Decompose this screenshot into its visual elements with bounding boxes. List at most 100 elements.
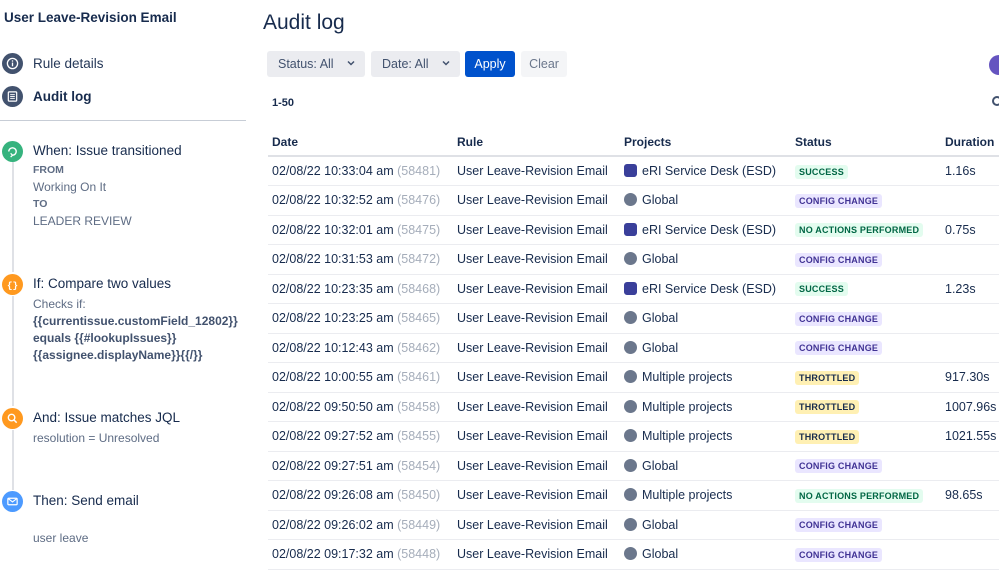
status-filter-dropdown[interactable]: Status: All <box>267 51 365 77</box>
column-header-date[interactable]: Date <box>268 128 453 157</box>
execution-date: 02/08/22 10:32:01 am <box>272 222 394 237</box>
project-cell: Multiple projects <box>620 392 791 422</box>
condition-operator: equals {{#lookupIssues}} <box>33 331 177 345</box>
date-filter-dropdown[interactable]: Date: All <box>371 51 460 77</box>
execution-date: 02/08/22 09:50:50 am <box>272 399 394 414</box>
date-cell[interactable]: 02/08/22 10:33:04 am (58481) <box>268 156 453 186</box>
status-cell: THROTTLED <box>791 421 941 452</box>
nav-item-audit-log[interactable]: Audit log <box>0 83 250 109</box>
global-icon <box>624 340 637 354</box>
execution-date: 02/08/22 10:32:52 am <box>272 193 394 208</box>
execution-id: (58450) <box>397 488 441 503</box>
main-content: Audit log Status: All Date: All Apply Cl… <box>263 0 999 570</box>
status-badge: CONFIG CHANGE <box>795 459 883 474</box>
action-title: Then: Send email <box>33 493 139 508</box>
status-cell: CONFIG CHANGE <box>791 244 941 275</box>
date-cell[interactable]: 02/08/22 10:32:01 am (58475) <box>268 215 453 245</box>
search-icon[interactable] <box>992 96 999 106</box>
table-row[interactable]: 02/08/22 10:23:35 am (58468) User Leave-R… <box>268 274 999 304</box>
status-cell: THROTTLED <box>791 362 941 393</box>
status-badge: NO ACTIONS PERFORMED <box>795 223 924 238</box>
rule-cell: User Leave-Revision Email <box>453 244 620 275</box>
date-cell[interactable]: 02/08/22 09:17:32 am (58448) <box>268 539 453 570</box>
date-cell[interactable]: 02/08/22 09:26:02 am (58449) <box>268 510 453 540</box>
column-header-rule[interactable]: Rule <box>453 128 620 157</box>
project-cell: Multiple projects <box>620 362 791 393</box>
execution-date: 02/08/22 10:23:35 am <box>272 281 394 296</box>
table-header-row: Date Rule Projects Status Duration <box>268 128 999 157</box>
status-cell: CONFIG CHANGE <box>791 510 941 540</box>
date-cell[interactable]: 02/08/22 10:12:43 am (58462) <box>268 333 453 363</box>
date-cell[interactable]: 02/08/22 09:50:50 am (58458) <box>268 392 453 422</box>
execution-id: (58462) <box>397 340 441 355</box>
date-cell[interactable]: 02/08/22 10:31:53 am (58472) <box>268 244 453 275</box>
clear-button[interactable]: Clear <box>521 51 567 77</box>
project-name: Multiple projects <box>642 429 733 444</box>
rule-cell: User Leave-Revision Email <box>453 303 620 334</box>
project-name: eRI Service Desk (ESD) <box>642 164 777 178</box>
project-cell: Multiple projects <box>620 421 791 452</box>
table-row[interactable]: 02/08/22 09:27:52 am (58455) User Leave-R… <box>268 421 999 452</box>
apply-button[interactable]: Apply <box>465 51 515 77</box>
execution-id: (58465) <box>397 311 441 326</box>
execution-date: 02/08/22 09:27:51 am <box>272 458 394 473</box>
execution-id: (58461) <box>397 370 441 385</box>
from-status: Working On It <box>33 180 107 194</box>
condition-second-value: {{assignee.displayName}}{{/}} <box>33 348 203 362</box>
project-name: Global <box>642 193 679 208</box>
date-cell[interactable]: 02/08/22 10:23:25 am (58465) <box>268 303 453 334</box>
help-icon[interactable] <box>989 55 999 75</box>
status-badge: THROTTLED <box>795 400 860 415</box>
table-row[interactable]: 02/08/22 10:31:53 am (58472) User Leave-R… <box>268 244 999 275</box>
date-cell[interactable]: 02/08/22 09:27:51 am (58454) <box>268 451 453 481</box>
rule-cell: User Leave-Revision Email <box>453 539 620 570</box>
status-badge: CONFIG CHANGE <box>795 252 883 267</box>
column-header-status[interactable]: Status <box>791 128 941 157</box>
global-icon <box>624 547 637 561</box>
date-cell[interactable]: 02/08/22 10:00:55 am (58461) <box>268 362 453 393</box>
table-row[interactable]: 02/08/22 10:12:43 am (58462) User Leave-R… <box>268 333 999 363</box>
nav-label: Rule details <box>33 55 104 71</box>
table-row[interactable]: 02/08/22 10:32:01 am (58475) User Leave-R… <box>268 215 999 245</box>
rule-cell: User Leave-Revision Email <box>453 421 620 452</box>
column-header-duration[interactable]: Duration <box>941 128 999 157</box>
braces-icon: {} <box>2 274 23 295</box>
project-name: Global <box>642 340 679 355</box>
table-row[interactable]: 02/08/22 10:32:52 am (58476) User Leave-R… <box>268 185 999 216</box>
project-name: Multiple projects <box>642 370 733 385</box>
status-cell: SUCCESS <box>791 274 941 304</box>
nav-item-rule-details[interactable]: Rule details <box>0 50 250 76</box>
duration-cell: 1.16s <box>941 156 999 186</box>
status-cell: CONFIG CHANGE <box>791 539 941 570</box>
table-row[interactable]: 02/08/22 09:17:32 am (58448) User Leave-R… <box>268 539 999 570</box>
date-cell[interactable]: 02/08/22 10:32:52 am (58476) <box>268 185 453 216</box>
column-header-projects[interactable]: Projects <box>620 128 791 157</box>
status-cell: CONFIG CHANGE <box>791 333 941 363</box>
table-row[interactable]: 02/08/22 09:26:08 am (58450) User Leave-R… <box>268 480 999 511</box>
flow-connector <box>12 296 14 406</box>
table-row[interactable]: 02/08/22 09:27:51 am (58454) User Leave-R… <box>268 451 999 481</box>
global-icon <box>624 488 637 502</box>
table-row[interactable]: 02/08/22 10:33:04 am (58481) User Leave-R… <box>268 156 999 186</box>
project-cell: eRI Service Desk (ESD) <box>620 156 791 186</box>
execution-id: (58475) <box>397 222 441 237</box>
date-cell[interactable]: 02/08/22 10:23:35 am (58468) <box>268 274 453 304</box>
duration-cell: 1.23s <box>941 274 999 304</box>
project-cell: Global <box>620 539 791 570</box>
table-row[interactable]: 02/08/22 10:00:55 am (58461) User Leave-R… <box>268 362 999 393</box>
execution-id: (58455) <box>397 429 441 444</box>
duration-cell <box>941 333 999 363</box>
execution-date: 02/08/22 10:33:04 am <box>272 164 394 178</box>
date-cell[interactable]: 02/08/22 09:26:08 am (58450) <box>268 480 453 511</box>
transition-icon <box>2 141 23 162</box>
duration-cell <box>941 539 999 570</box>
execution-date: 02/08/22 09:17:32 am <box>272 547 394 562</box>
table-row[interactable]: 02/08/22 09:50:50 am (58458) User Leave-R… <box>268 392 999 422</box>
project-cell: Global <box>620 333 791 363</box>
audit-log-table: Date Rule Projects Status Duration 02/08… <box>268 128 999 570</box>
project-name: Global <box>642 311 679 326</box>
status-badge: CONFIG CHANGE <box>795 518 883 533</box>
table-row[interactable]: 02/08/22 10:23:25 am (58465) User Leave-R… <box>268 303 999 334</box>
date-cell[interactable]: 02/08/22 09:27:52 am (58455) <box>268 421 453 452</box>
table-row[interactable]: 02/08/22 09:26:02 am (58449) User Leave-R… <box>268 510 999 540</box>
